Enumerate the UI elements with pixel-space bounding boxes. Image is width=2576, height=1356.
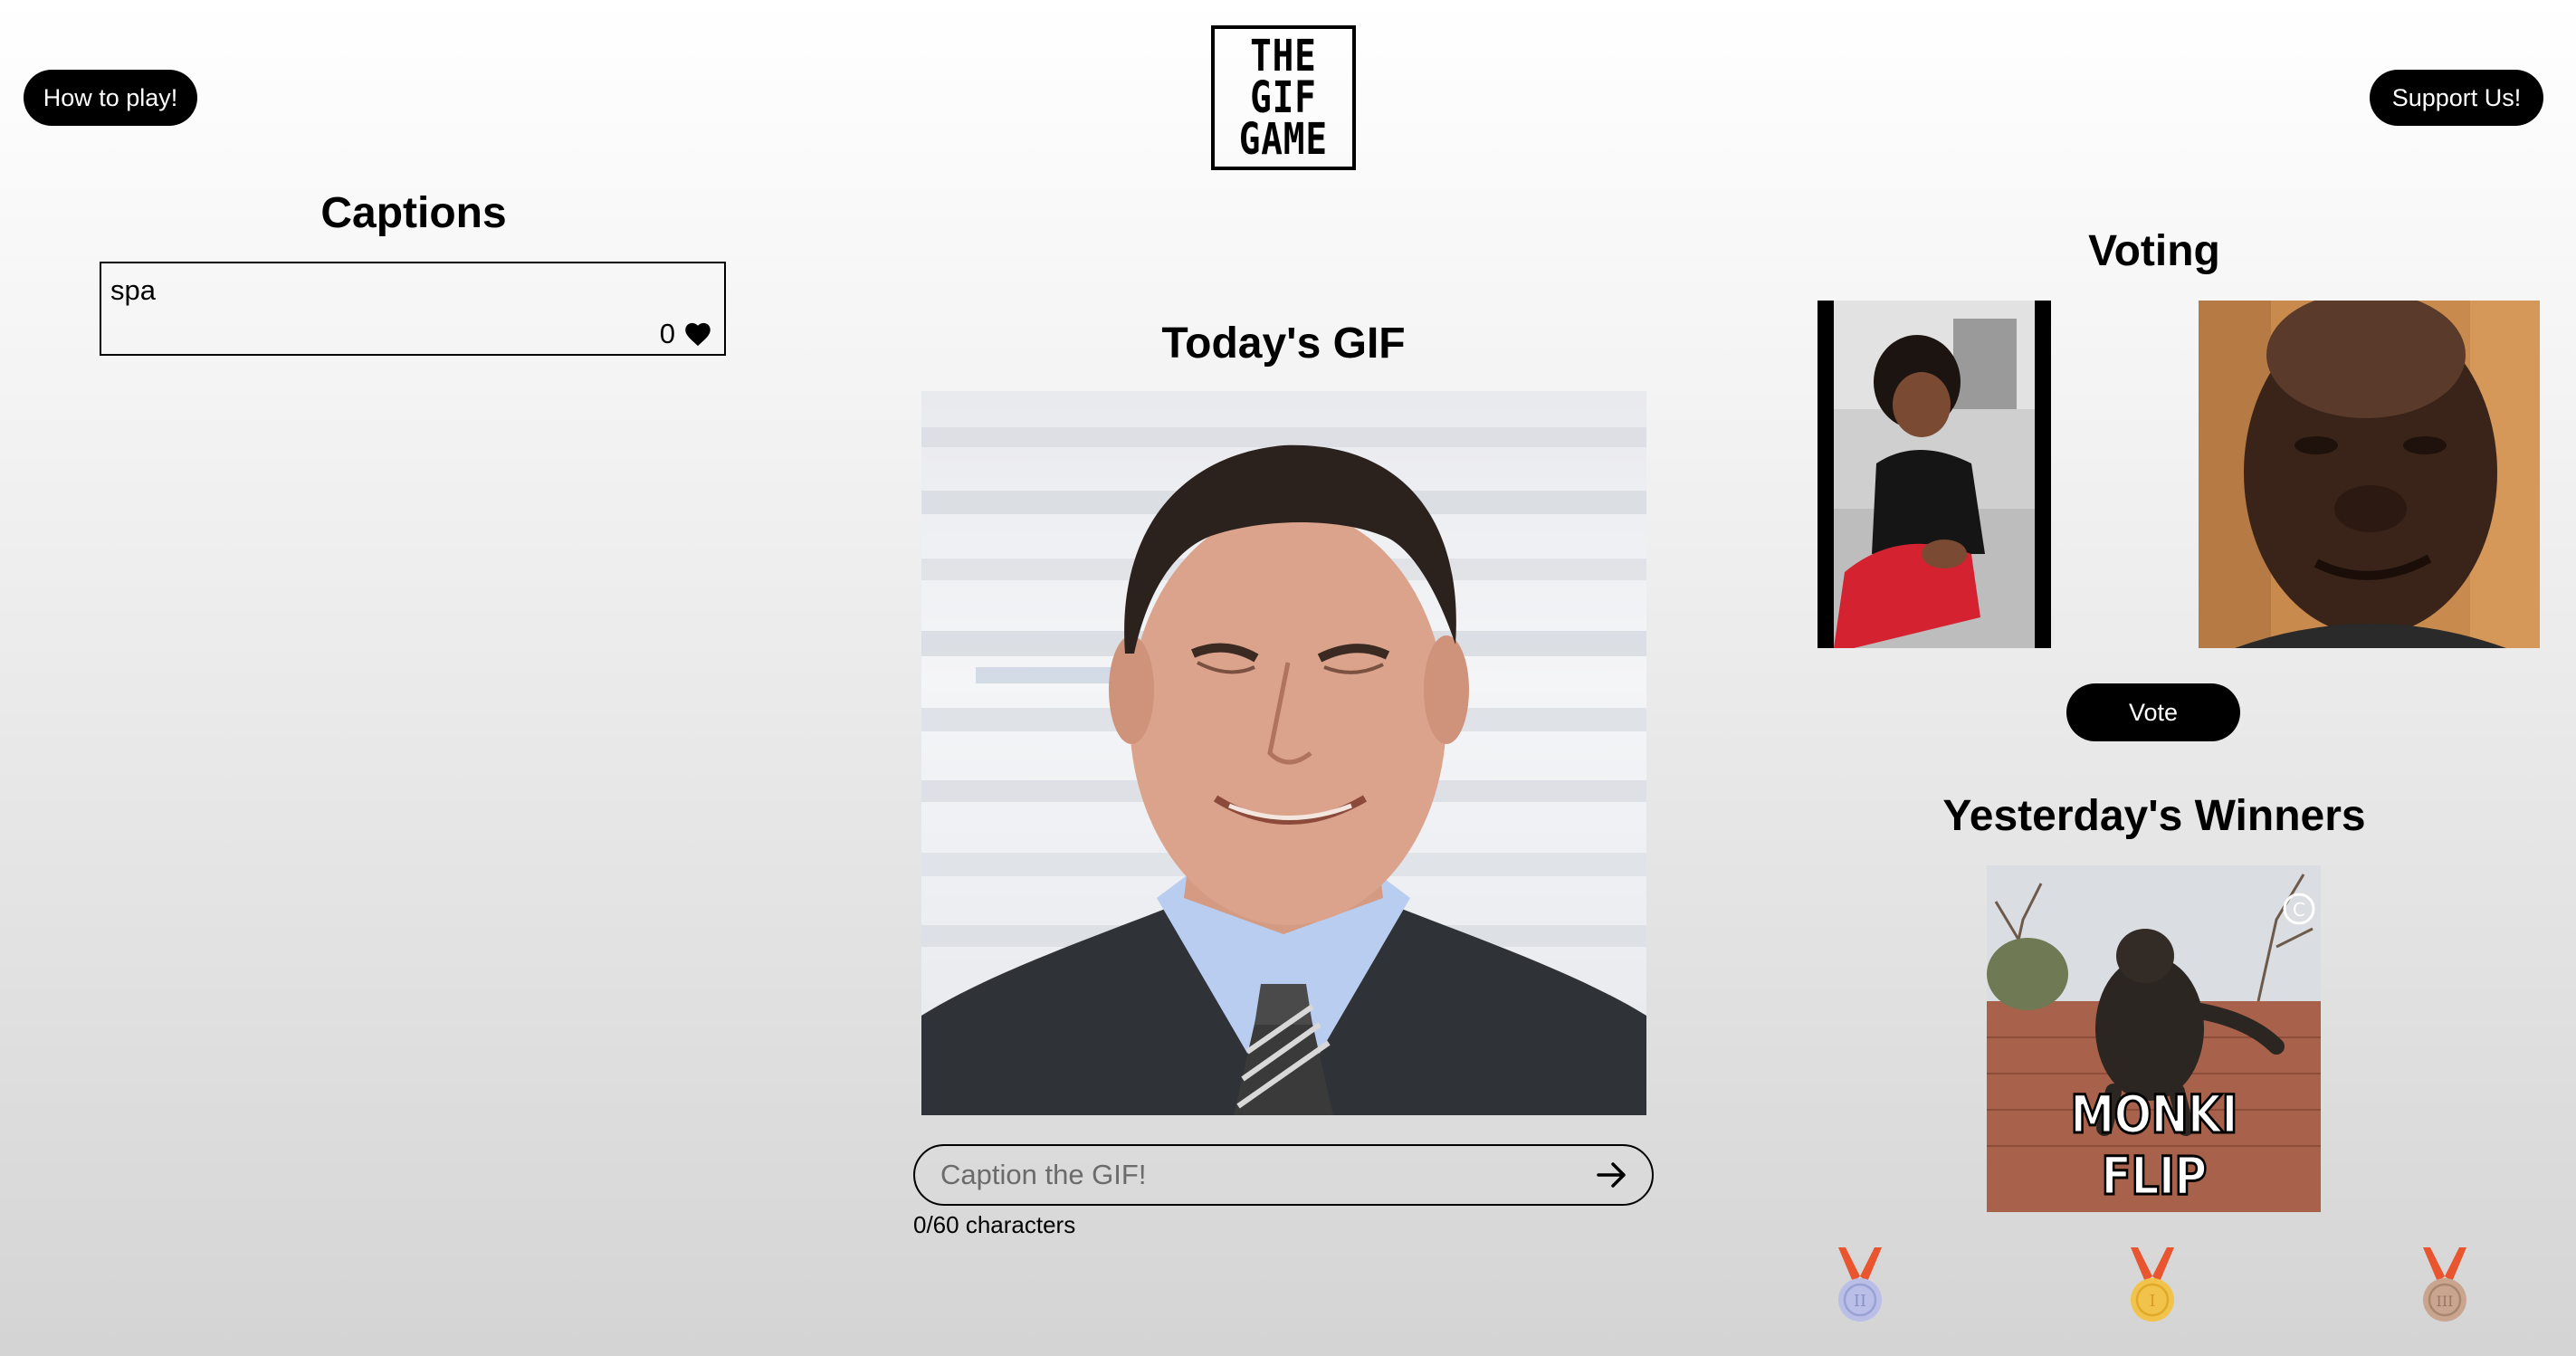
caption-text: spa xyxy=(110,274,156,306)
svg-text:II: II xyxy=(1854,1292,1866,1311)
caption-input-container xyxy=(913,1144,1654,1206)
heart-icon[interactable] xyxy=(684,321,711,347)
svg-text:III: III xyxy=(2437,1293,2454,1310)
voting-title: Voting xyxy=(2088,227,2220,275)
caption-card: spa 0 xyxy=(100,262,726,356)
vote-option-a[interactable] xyxy=(1818,301,2051,648)
svg-text:I: I xyxy=(2149,1292,2155,1311)
bronze-medal-icon[interactable]: III xyxy=(2418,1246,2472,1323)
logo-line-2: GIF xyxy=(1250,72,1317,123)
gif-game-logo: THE GIF GAME xyxy=(1211,25,1356,170)
logo-line-1: THE xyxy=(1250,31,1317,81)
winner-gif-caption: MONKI FLIP xyxy=(2069,1083,2239,1208)
svg-text:C: C xyxy=(2293,899,2305,921)
caption-likes: 0 xyxy=(660,318,711,350)
vote-button[interactable]: Vote xyxy=(2066,683,2240,741)
arrow-right-icon[interactable] xyxy=(1594,1157,1630,1193)
logo-line-3: GAME xyxy=(1238,114,1329,165)
captions-title: Captions xyxy=(320,189,507,237)
todays-gif-title: Today's GIF xyxy=(1161,320,1406,368)
yesterdays-winners-title: Yesterday's Winners xyxy=(1942,792,2366,840)
how-to-play-button[interactable]: How to play! xyxy=(24,70,197,126)
silver-medal-icon[interactable]: II xyxy=(1833,1246,1887,1323)
support-us-button[interactable]: Support Us! xyxy=(2370,70,2543,126)
vote-option-b[interactable] xyxy=(2199,301,2540,648)
character-count: 0/60 characters xyxy=(913,1211,1076,1238)
like-count: 0 xyxy=(659,318,675,349)
gold-medal-icon[interactable]: I xyxy=(2125,1246,2180,1323)
winner-gif-image[interactable]: C MONKI FLIP xyxy=(1987,865,2321,1212)
todays-gif-image xyxy=(921,391,1646,1115)
caption-input[interactable] xyxy=(940,1159,1594,1191)
